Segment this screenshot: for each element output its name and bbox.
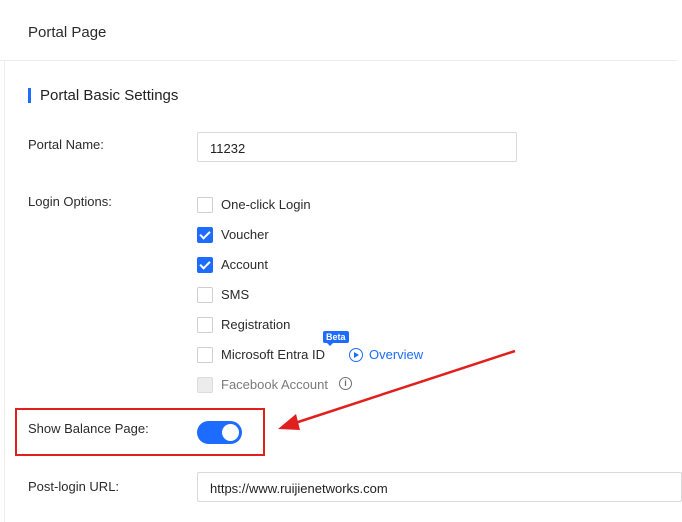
annotation-arrow-icon	[278, 349, 516, 430]
post-login-url-label: Post-login URL:	[28, 479, 120, 494]
post-login-url-input[interactable]: https://www.ruijienetworks.com	[197, 472, 682, 502]
post-login-url-value: https://www.ruijienetworks.com	[210, 481, 388, 496]
